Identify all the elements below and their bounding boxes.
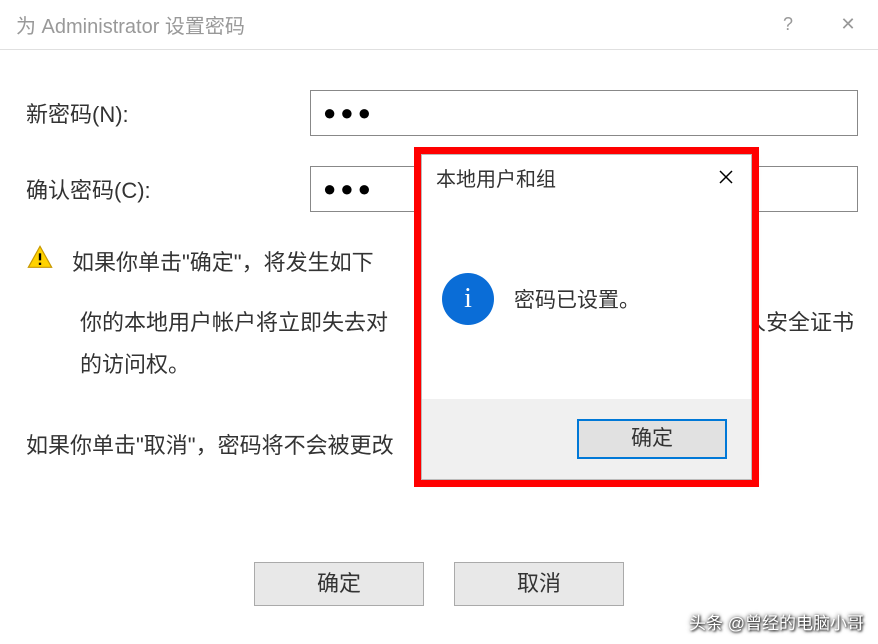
watermark: 头条 @曾经的电脑小哥: [689, 609, 864, 634]
close-icon: [718, 169, 734, 185]
warning-icon: [26, 244, 54, 277]
message-close-button[interactable]: [701, 155, 751, 199]
confirm-password-label: 确认密码(C):: [20, 173, 310, 205]
new-password-label: 新密码(N):: [20, 97, 310, 129]
titlebar: 为 Administrator 设置密码 ? ✕: [0, 0, 878, 50]
warning-text-1: 如果你单击"确定"，将发生如下: [72, 242, 374, 284]
message-title: 本地用户和组: [436, 163, 701, 192]
window-title: 为 Administrator 设置密码: [16, 10, 758, 39]
button-row: 确定 取消: [0, 562, 878, 606]
message-titlebar: 本地用户和组: [422, 155, 751, 199]
message-dialog: 本地用户和组 i 密码已设置。 确定: [421, 154, 752, 480]
message-ok-button[interactable]: 确定: [577, 419, 727, 459]
message-footer: 确定: [422, 399, 751, 479]
new-password-row: 新密码(N): ●●●: [20, 90, 858, 136]
close-button[interactable]: ✕: [818, 0, 878, 50]
message-text: 密码已设置。: [514, 284, 640, 314]
help-button[interactable]: ?: [758, 0, 818, 50]
new-password-input[interactable]: ●●●: [310, 90, 858, 136]
message-body: i 密码已设置。: [422, 199, 751, 399]
info-icon: i: [442, 273, 494, 325]
cancel-button[interactable]: 取消: [454, 562, 624, 606]
ok-button[interactable]: 确定: [254, 562, 424, 606]
